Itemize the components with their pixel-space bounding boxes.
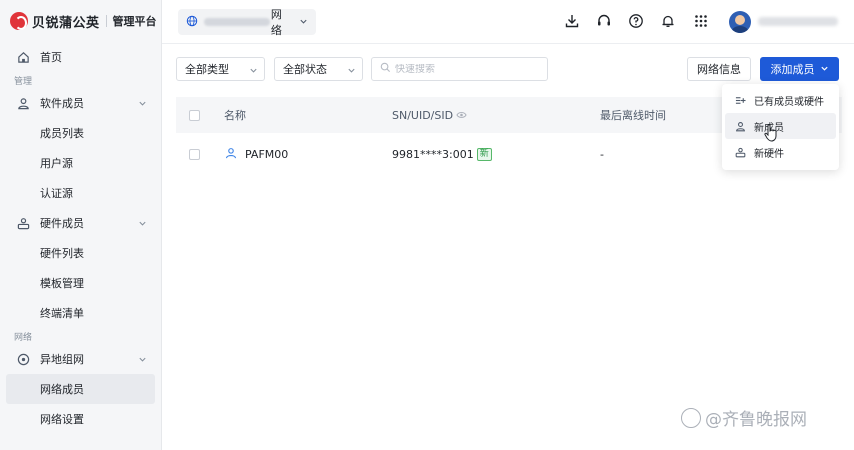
bell-icon[interactable] bbox=[660, 13, 678, 31]
avatar[interactable] bbox=[729, 11, 751, 33]
topbar: 网络 bbox=[162, 0, 854, 44]
brand-divider bbox=[105, 15, 107, 27]
column-header-last-offline: 最后离线时间 bbox=[600, 109, 666, 122]
row-checkbox[interactable] bbox=[189, 148, 200, 160]
sidebar-item-hardware-members[interactable]: 硬件成员 bbox=[0, 208, 161, 238]
sidebar-item-home[interactable]: 首页 bbox=[0, 42, 161, 72]
dropdown-item-new-member[interactable]: 新成员 bbox=[725, 113, 836, 139]
search-box[interactable] bbox=[371, 57, 548, 81]
app-root: 贝锐蒲公英 管理平台 首页 管理 软件成员 成员列表 用户源 认证源 硬件成员 … bbox=[0, 0, 854, 450]
add-member-dropdown: 已有成员或硬件 新成员 新硬件 bbox=[722, 84, 839, 170]
search-input[interactable] bbox=[395, 63, 545, 75]
column-header-sn: SN/UID/SID bbox=[392, 109, 467, 122]
column-header-sn-label: SN/UID/SID bbox=[392, 108, 454, 122]
help-icon[interactable] bbox=[628, 13, 646, 31]
user-icon bbox=[225, 147, 237, 162]
sidebar-item-member-list[interactable]: 成员列表 bbox=[0, 118, 161, 148]
dropdown-item-label: 已有成员或硬件 bbox=[754, 96, 824, 108]
add-member-button[interactable]: 添加成员 bbox=[760, 57, 839, 81]
sidebar-item-label: 软件成员 bbox=[40, 97, 84, 110]
member-sn-cell: 9981****3:001 新 bbox=[392, 147, 492, 161]
support-headset-icon[interactable] bbox=[596, 13, 614, 31]
network-selector[interactable]: 网络 bbox=[178, 8, 316, 37]
list-add-icon bbox=[735, 95, 747, 106]
network-info-button[interactable]: 网络信息 bbox=[687, 57, 751, 81]
member-name: PAFM00 bbox=[245, 147, 289, 161]
member-last-offline: - bbox=[600, 147, 604, 161]
dropdown-item-label: 新硬件 bbox=[754, 148, 784, 160]
chevron-down-icon bbox=[249, 65, 258, 78]
sidebar-item-label: 异地组网 bbox=[40, 353, 84, 366]
brand: 贝锐蒲公英 管理平台 bbox=[0, 0, 161, 42]
hand-cursor-icon bbox=[764, 124, 778, 145]
username-redacted[interactable] bbox=[758, 17, 838, 26]
member-sn: 9981****3:001 bbox=[392, 147, 474, 161]
column-header-name: 名称 bbox=[224, 109, 246, 122]
sidebar: 贝锐蒲公英 管理平台 首页 管理 软件成员 成员列表 用户源 认证源 硬件成员 … bbox=[0, 0, 162, 450]
select-all-checkbox[interactable] bbox=[189, 109, 200, 121]
search-icon bbox=[380, 62, 391, 76]
network-name-redacted bbox=[204, 18, 270, 26]
new-tag-badge: 新 bbox=[476, 147, 492, 161]
type-filter-value: 全部类型 bbox=[185, 63, 229, 76]
type-filter-select[interactable]: 全部类型 bbox=[176, 57, 265, 81]
eye-icon[interactable] bbox=[456, 109, 467, 122]
chevron-down-icon bbox=[138, 354, 147, 367]
chevron-down-icon bbox=[820, 63, 829, 76]
sidebar-item-label: 首页 bbox=[40, 51, 62, 64]
nav-group-network: 网络 bbox=[14, 332, 33, 343]
hardware-icon bbox=[735, 147, 747, 158]
sidebar-item-remote-network[interactable]: 异地组网 bbox=[0, 344, 161, 374]
sidebar-item-template-manage[interactable]: 模板管理 bbox=[0, 268, 161, 298]
sidebar-item-terminal-list[interactable]: 终端清单 bbox=[0, 298, 161, 328]
status-filter-value: 全部状态 bbox=[283, 63, 327, 76]
hardware-icon bbox=[16, 216, 30, 230]
chevron-down-icon bbox=[347, 65, 356, 78]
chevron-down-icon bbox=[299, 16, 308, 29]
brand-subtitle: 管理平台 bbox=[112, 15, 157, 28]
watermark-text: @齐鲁晚报网 bbox=[705, 410, 807, 430]
network-icon bbox=[16, 352, 30, 366]
sidebar-item-auth-source[interactable]: 认证源 bbox=[0, 178, 161, 208]
chevron-down-icon bbox=[138, 98, 147, 111]
watermark-logo-icon bbox=[681, 407, 701, 428]
brand-logo-icon bbox=[10, 12, 28, 30]
chevron-down-icon bbox=[138, 218, 147, 231]
brand-name: 贝锐蒲公英 bbox=[32, 15, 100, 31]
user-icon bbox=[16, 96, 30, 110]
sidebar-item-software-members[interactable]: 软件成员 bbox=[0, 88, 161, 118]
status-filter-select[interactable]: 全部状态 bbox=[274, 57, 363, 81]
home-icon bbox=[16, 50, 30, 64]
sidebar-item-network-members[interactable]: 网络成员 bbox=[6, 374, 155, 404]
member-name-cell: PAFM00 bbox=[225, 147, 288, 162]
dropdown-item-existing[interactable]: 已有成员或硬件 bbox=[725, 87, 836, 113]
nav-group-manage: 管理 bbox=[14, 76, 33, 87]
add-member-label: 添加成员 bbox=[770, 63, 815, 76]
sidebar-item-network-settings[interactable]: 网络设置 bbox=[0, 404, 161, 434]
dropdown-item-new-hardware[interactable]: 新硬件 bbox=[725, 139, 836, 165]
sidebar-item-hardware-list[interactable]: 硬件列表 bbox=[0, 238, 161, 268]
download-icon[interactable] bbox=[564, 13, 582, 31]
watermark: @齐鲁晚报网 bbox=[681, 405, 807, 430]
sidebar-item-label: 硬件成员 bbox=[40, 217, 84, 230]
apps-grid-icon[interactable] bbox=[693, 13, 711, 31]
sidebar-item-user-source[interactable]: 用户源 bbox=[0, 148, 161, 178]
network-selector-label: 网络 bbox=[270, 8, 282, 37]
user-icon bbox=[735, 121, 747, 132]
globe-icon bbox=[186, 15, 198, 30]
